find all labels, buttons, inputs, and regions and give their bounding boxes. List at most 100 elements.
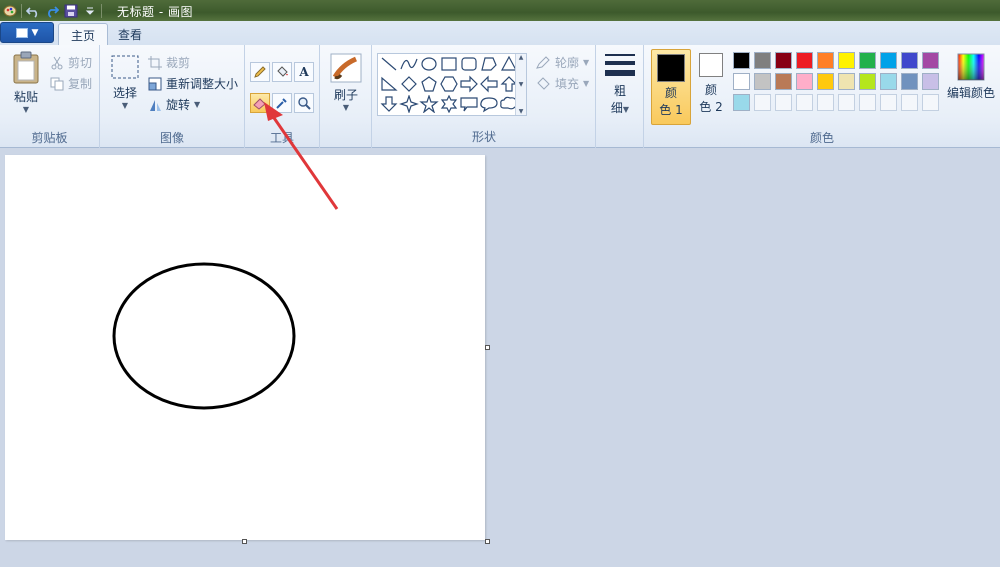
rounded-rectangle-shape[interactable]: [459, 55, 479, 73]
resize-label: 重新调整大小: [166, 77, 239, 91]
tools-group: A 工具: [245, 45, 320, 148]
five-point-star-shape[interactable]: [419, 95, 439, 113]
palette-swatch[interactable]: [859, 52, 876, 69]
outline-button[interactable]: 轮廓 ▼: [535, 54, 589, 71]
palette-swatch[interactable]: [775, 52, 792, 69]
rotate-button[interactable]: 旋转 ▼: [148, 96, 200, 113]
palette-swatch[interactable]: [733, 94, 750, 111]
custom-color-slot[interactable]: [901, 94, 918, 111]
line-shape[interactable]: [379, 55, 399, 73]
image-group-label: 图像: [159, 131, 184, 145]
down-arrow-shape[interactable]: [379, 95, 399, 113]
color-picker-tool[interactable]: [272, 93, 292, 113]
tab-view[interactable]: 查看: [106, 23, 154, 45]
custom-color-slot[interactable]: [796, 94, 813, 111]
chevron-down-icon: ▼: [31, 27, 39, 38]
eraser-tool[interactable]: [250, 93, 270, 113]
palette-swatch[interactable]: [880, 73, 897, 90]
pencil-tool[interactable]: [250, 62, 270, 82]
palette-swatch[interactable]: [859, 73, 876, 90]
custom-color-slot[interactable]: [838, 94, 855, 111]
chevron-down-icon: ▼: [583, 79, 590, 88]
curve-shape[interactable]: [399, 55, 419, 73]
paint-menu-button[interactable]: ▼: [0, 22, 54, 43]
palette-swatch[interactable]: [796, 52, 813, 69]
chevron-down-icon: ▼: [583, 58, 590, 67]
palette-swatch[interactable]: [796, 73, 813, 90]
palette-swatch[interactable]: [733, 73, 750, 90]
brushes-button[interactable]: 刷子 ▼: [330, 53, 362, 112]
paint-app-icon[interactable]: [2, 3, 18, 19]
diamond-shape[interactable]: [399, 75, 419, 93]
palette-swatch[interactable]: [775, 73, 792, 90]
custom-color-slot[interactable]: [754, 94, 771, 111]
select-button[interactable]: 选择 ▼: [108, 53, 142, 110]
custom-color-slot[interactable]: [922, 94, 939, 111]
gallery-expand-icon[interactable]: ▼: [519, 108, 524, 115]
polygon-shape[interactable]: [479, 55, 499, 73]
palette-swatch[interactable]: [880, 52, 897, 69]
drawing-canvas[interactable]: [5, 155, 485, 540]
six-point-star-shape[interactable]: [439, 95, 459, 113]
copy-button[interactable]: 复制: [50, 75, 92, 92]
pencil-icon: [253, 65, 267, 79]
right-arrow-shape[interactable]: [459, 75, 479, 93]
resize-handle-corner[interactable]: [485, 539, 490, 544]
custom-color-slot[interactable]: [859, 94, 876, 111]
line-thickness-icon: [604, 51, 636, 79]
crop-icon: [148, 55, 162, 70]
color-1-swatch: [657, 54, 685, 82]
left-arrow-shape[interactable]: [479, 75, 499, 93]
right-triangle-shape[interactable]: [379, 75, 399, 93]
customize-dropdown-icon[interactable]: [82, 3, 98, 19]
edit-colors-button[interactable]: 编辑颜色: [944, 53, 998, 101]
shapes-gallery-scrollbar[interactable]: ▲ ▼ ▼: [515, 54, 526, 115]
cut-button[interactable]: 剪切: [50, 54, 92, 71]
palette-swatch[interactable]: [901, 52, 918, 69]
custom-color-slot[interactable]: [775, 94, 792, 111]
clipboard-group: 粘贴 ▼ 剪切 复制 剪贴板: [0, 45, 100, 148]
shapes-gallery: ▲ ▼ ▼: [377, 53, 527, 116]
palette-swatch[interactable]: [754, 73, 771, 90]
size-button[interactable]: 粗 细▼: [602, 51, 638, 116]
save-icon[interactable]: [63, 3, 79, 19]
hexagon-shape[interactable]: [439, 75, 459, 93]
palette-swatch[interactable]: [817, 52, 834, 69]
paste-button[interactable]: 粘贴 ▼: [6, 51, 46, 114]
palette-swatch[interactable]: [733, 52, 750, 69]
palette-swatch[interactable]: [817, 73, 834, 90]
resize-button[interactable]: 重新调整大小: [148, 75, 238, 92]
redo-icon[interactable]: [44, 3, 60, 19]
fill-button[interactable]: 填充 ▼: [535, 75, 589, 92]
image-group: 选择 ▼ 裁剪 重新调整大小 旋转 ▼ 图像: [100, 45, 245, 148]
custom-color-slot[interactable]: [880, 94, 897, 111]
custom-color-slot[interactable]: [817, 94, 834, 111]
title-bar: 无标题 - 画图: [0, 0, 1000, 21]
palette-swatch[interactable]: [922, 73, 939, 90]
resize-handle-bottom[interactable]: [242, 539, 247, 544]
color-1-button[interactable]: 颜 色 1: [651, 49, 691, 125]
text-tool[interactable]: A: [294, 62, 314, 82]
palette-swatch[interactable]: [901, 73, 918, 90]
scroll-down-icon[interactable]: ▼: [519, 81, 524, 88]
scroll-up-icon[interactable]: ▲: [519, 54, 524, 61]
magnifier-tool[interactable]: [294, 93, 314, 113]
color-2-button[interactable]: 颜 色 2: [691, 49, 731, 125]
crop-button[interactable]: 裁剪: [148, 54, 190, 71]
fill-tool[interactable]: [272, 62, 292, 82]
rectangular-callout-shape[interactable]: [459, 95, 479, 113]
rectangle-shape[interactable]: [439, 55, 459, 73]
palette-swatch[interactable]: [922, 52, 939, 69]
palette-swatch[interactable]: [754, 52, 771, 69]
resize-handle-right[interactable]: [485, 345, 490, 350]
undo-icon[interactable]: [25, 3, 41, 19]
palette-swatch[interactable]: [838, 73, 855, 90]
oval-shape[interactable]: [419, 55, 439, 73]
resize-icon: [148, 77, 162, 91]
oval-callout-shape[interactable]: [479, 95, 499, 113]
tab-home[interactable]: 主页: [58, 23, 109, 45]
pentagon-shape[interactable]: [419, 75, 439, 93]
clipboard-group-label: 剪贴板: [31, 131, 68, 145]
four-point-star-shape[interactable]: [399, 95, 419, 113]
palette-swatch[interactable]: [838, 52, 855, 69]
